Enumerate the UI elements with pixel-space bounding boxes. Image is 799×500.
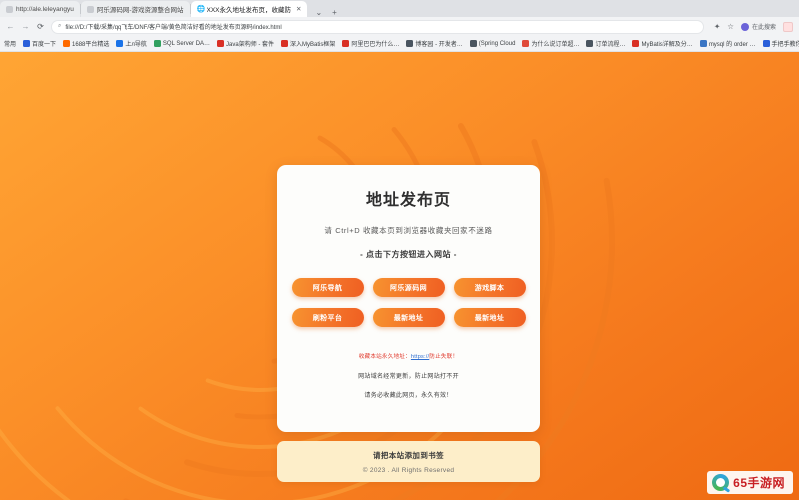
bookmark-label: SQL Server DA… xyxy=(162,40,211,47)
web-page: 地址发布页 请 Ctrl+D 收藏本页到浏览器收藏夹回家不迷路 - 点击下方按钮… xyxy=(0,52,799,500)
link-button-grid: 阿乐导航 阿乐源码网 游戏脚本 刷粉平台 最新地址 最新地址 xyxy=(291,278,526,327)
bookmark-favicon-icon xyxy=(762,40,770,47)
bookmark-favicon-icon xyxy=(699,40,707,47)
bookmark-item[interactable]: 为什么说订单超… xyxy=(522,39,579,48)
tip-line-2: 请务必收藏此网页，永久有效！ xyxy=(364,393,453,399)
tab-3-label: XXX永久地址发布页，收藏防 xyxy=(206,7,292,14)
bookmark-favicon-icon xyxy=(281,40,289,47)
call-to-action: - 点击下方按钮进入网站 - xyxy=(360,250,457,259)
bookmark-item[interactable]: 上л导航 xyxy=(116,39,147,48)
bookmark-item[interactable]: 订单流程… xyxy=(586,39,625,48)
bookmark-favicon-icon xyxy=(469,40,477,47)
bookmark-item[interactable]: Java架构师 - 套件 xyxy=(217,39,274,48)
bookmark-item[interactable]: (Spring Cloud xyxy=(469,40,516,47)
bookmark-favicon-icon xyxy=(153,40,161,47)
bookmark-favicon-icon xyxy=(23,40,31,47)
bookmark-favicon-icon xyxy=(217,40,225,47)
bookmark-favicon-icon xyxy=(632,40,640,47)
bookmark-item[interactable]: 深入MyBatis框架 xyxy=(281,39,335,48)
bookmark-label: MyBatis详解及分… xyxy=(641,42,693,48)
footer-title: 请把本站添加到书签 xyxy=(372,450,445,460)
bookmark-favicon-icon xyxy=(406,40,414,47)
tab-3[interactable]: 🌐 XXX永久地址发布页，收藏防 ✕ xyxy=(190,1,308,17)
bookmark-instruction: 请 Ctrl+D 收藏本页到浏览器收藏夹回家不迷路 xyxy=(324,226,493,235)
permanent-address-notice: 收藏本站永久地址：https://防止失联！ xyxy=(359,352,459,360)
bookmark-label: Java架构师 - 套件 xyxy=(226,42,275,48)
bookmark-label: 订单流程… xyxy=(595,42,626,48)
bookmark-label: 上л导航 xyxy=(125,42,147,48)
tab-2[interactable]: 阿乐源码网-游戏资源整合网站 xyxy=(80,1,190,17)
back-icon[interactable]: ← xyxy=(6,22,15,31)
forward-icon[interactable]: → xyxy=(21,22,30,31)
link-button-4[interactable]: 刷粉平台 xyxy=(291,308,364,327)
tab-2-label: 阿乐源码网-游戏资源整合网站 xyxy=(96,7,184,14)
bookmark-label: 百度一下 xyxy=(32,42,57,48)
tip-line-1: 网站域名经常更新，防止网站打不开 xyxy=(358,374,459,380)
browser-chrome: http://ale.leleyangyu 阿乐源码网-游戏资源整合网站 🌐 X… xyxy=(0,0,799,52)
reload-icon[interactable]: ⟳ xyxy=(36,22,45,31)
page-icon xyxy=(86,5,94,13)
browser-window: http://ale.leleyangyu 阿乐源码网-游戏资源整合网站 🌐 X… xyxy=(0,0,799,500)
bookmark-item[interactable]: 百度一下 xyxy=(23,39,56,48)
bookmark-favicon-icon xyxy=(342,40,350,47)
address-input[interactable]: ⌕ file:///D:/下载/采集/qq飞车/DNF/客户端/黄色简洁好看的地… xyxy=(51,19,704,34)
globe-icon: 🌐 xyxy=(196,5,206,13)
tab-strip-actions: ⌄ + xyxy=(307,8,344,17)
bookmark-label: 阿里巴巴为什么… xyxy=(351,42,400,48)
close-icon[interactable]: ✕ xyxy=(296,5,301,13)
bookmark-star-icon[interactable]: ☆ xyxy=(727,22,734,31)
tab-search-icon[interactable]: ⌄ xyxy=(315,8,322,17)
link-button-5[interactable]: 最新地址 xyxy=(372,308,445,327)
bookmark-favicon-icon xyxy=(63,40,71,47)
link-button-6[interactable]: 最新地址 xyxy=(453,308,526,327)
bookmark-label: 手把手教你搭建… xyxy=(771,42,799,48)
profile-icon[interactable] xyxy=(783,21,793,32)
avatar xyxy=(740,22,749,31)
bookmark-favicon-icon xyxy=(586,40,594,47)
link-button-3[interactable]: 游戏脚本 xyxy=(453,278,526,297)
bookmark-favicon-icon xyxy=(522,40,530,47)
address-url: file:///D:/下载/采集/qq飞车/DNF/客户端/黄色简洁好看的地址发… xyxy=(65,25,282,31)
tab-1[interactable]: http://ale.leleyangyu xyxy=(0,1,80,17)
bookmark-label: 常用 xyxy=(4,42,17,48)
watermark-logo-icon xyxy=(712,474,730,491)
bookmark-item[interactable]: 1688平台精选 xyxy=(63,39,109,48)
bookmark-item[interactable]: SQL Server DA… xyxy=(153,40,211,47)
footer-copyright: © 2023 . All Rights Reserved xyxy=(362,466,455,474)
permanent-address-link[interactable]: https:// xyxy=(411,354,429,360)
bookmarks-bar: 常用 百度一下 1688平台精选 上л导航 SQL Server DA… Java架构师 … xyxy=(0,36,799,52)
tab-1-label: http://ale.leleyangyu xyxy=(16,5,74,13)
search-icon: ⌕ xyxy=(58,23,62,29)
notice-suffix: 防止失联！ xyxy=(429,354,459,360)
bookmark-item[interactable]: 博客园 - 开发者… xyxy=(406,39,463,48)
search-hint-box[interactable]: 在此搜索 xyxy=(740,22,776,31)
bookmark-label: 深入MyBatis框架 xyxy=(290,42,336,48)
bookmark-item[interactable]: 常用 xyxy=(4,39,16,48)
search-hint-label: 在此搜索 xyxy=(751,25,776,31)
watermark: 65手游网 xyxy=(707,471,793,494)
bookmark-item[interactable]: 手把手教你搭建… xyxy=(762,39,799,48)
link-button-1[interactable]: 阿乐导航 xyxy=(291,278,364,297)
translate-icon[interactable]: ✦ xyxy=(714,22,720,31)
watermark-label: 65手游网 xyxy=(733,476,785,490)
notice-prefix: 收藏本站永久地址： xyxy=(358,354,411,360)
footer-card: 请把本站添加到书签 © 2023 . All Rights Reserved xyxy=(277,441,540,482)
address-card: 地址发布页 请 Ctrl+D 收藏本页到浏览器收藏夹回家不迷路 - 点击下方按钮… xyxy=(277,165,540,432)
bookmark-item[interactable]: mysql 的 order … xyxy=(699,39,756,48)
bookmark-label: 为什么说订单超… xyxy=(531,42,580,48)
tab-strip: http://ale.leleyangyu 阿乐源码网-游戏资源整合网站 🌐 X… xyxy=(0,0,799,17)
omnibox-actions: ✦ ☆ 在此搜索 xyxy=(710,21,793,32)
bookmark-label: mysql 的 order … xyxy=(708,42,756,48)
new-tab-icon[interactable]: + xyxy=(332,8,337,17)
page-title: 地址发布页 xyxy=(365,192,451,209)
page-icon xyxy=(6,5,13,13)
bookmark-label: (Spring Cloud xyxy=(478,40,516,47)
bookmark-item[interactable]: 阿里巴巴为什么… xyxy=(342,39,399,48)
bookmark-item[interactable]: MyBatis详解及分… xyxy=(632,39,693,48)
bookmark-label: 1688平台精选 xyxy=(72,42,110,48)
bookmark-label: 博客园 - 开发者… xyxy=(415,42,463,48)
address-bar-row: ← → ⟳ ⌕ file:///D:/下载/采集/qq飞车/DNF/客户端/黄色… xyxy=(0,17,799,36)
bookmark-favicon-icon xyxy=(116,40,124,47)
link-button-2[interactable]: 阿乐源码网 xyxy=(372,278,445,297)
